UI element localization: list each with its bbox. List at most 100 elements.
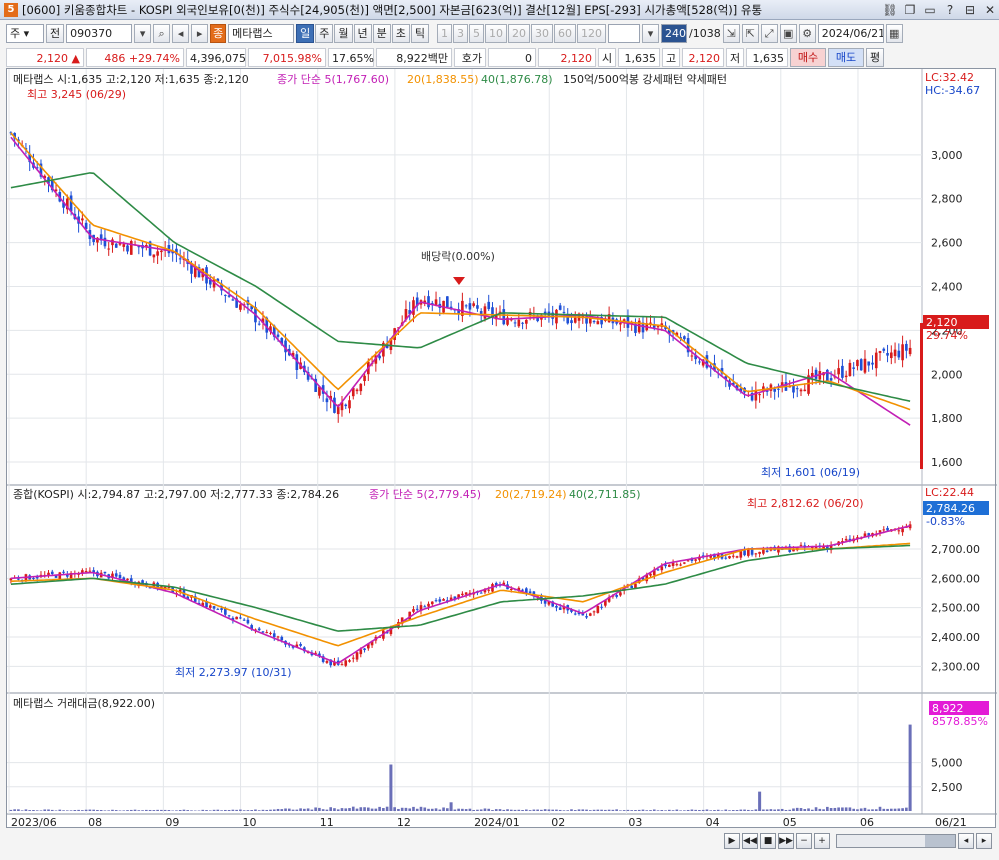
volume-bar [822, 809, 825, 811]
price-candle [841, 365, 844, 378]
eval-button[interactable]: 평 [866, 47, 884, 67]
nav-last-icon[interactable]: ▶▶ [778, 833, 794, 849]
tab-period-4[interactable]: 분 [372, 23, 391, 43]
volume-bar [837, 807, 840, 811]
stock-code-input[interactable]: 090370 [66, 23, 133, 43]
price-candle [427, 296, 430, 308]
sell-button[interactable]: 매도 [828, 47, 864, 67]
volume-bar [517, 809, 521, 811]
zoom-in-icon[interactable]: ⇱ [741, 23, 759, 43]
price-candle [619, 323, 622, 325]
prev-button[interactable]: 전 [46, 23, 65, 43]
pin-icon[interactable]: ⊟ [961, 2, 979, 18]
interval-custom-input[interactable] [608, 23, 640, 43]
buy-button[interactable]: 매수 [790, 47, 826, 67]
chart-area[interactable]: 3,000 2,800 2,600 2,400 2,200 2,000 1,800 1,600… [6, 68, 997, 829]
volume-bar [611, 809, 615, 811]
tab-period-1[interactable]: 주 [315, 23, 334, 43]
price-candle [178, 258, 182, 260]
price-candle [878, 351, 882, 353]
volume-bar [141, 810, 144, 811]
volume-bar [126, 810, 129, 811]
volume-bar [92, 809, 95, 811]
price-hc-label: HC:-34.67 [925, 84, 980, 97]
interval-button-3[interactable]: 10 [485, 23, 507, 43]
nav-zoom-in-icon[interactable]: + [814, 833, 830, 849]
index-candle [212, 606, 216, 609]
volume-bar [295, 809, 299, 811]
scroll-left-icon[interactable]: ◂ [958, 833, 974, 849]
nav-stop-icon[interactable]: ■ [760, 833, 776, 849]
index-candle [344, 660, 348, 666]
chart-canvas[interactable]: 3,0002,8002,6002,4002,2002,0001,8001,600… [7, 69, 997, 829]
close-icon[interactable]: ✕ [981, 2, 999, 18]
volume-current-pct: 8578.85% [932, 715, 988, 728]
volume-spike-bar [449, 802, 453, 811]
minimize-window-icon[interactable]: ▭ [921, 2, 939, 18]
market-select[interactable]: 주 ▾ [6, 23, 44, 43]
volume-bar [818, 808, 822, 811]
calendar-icon[interactable]: ▦ [885, 23, 903, 43]
index-candle [412, 609, 415, 612]
interval-button-0[interactable]: 1 [437, 23, 452, 43]
interval-button-6[interactable]: 60 [554, 23, 576, 43]
chart-reset-icon[interactable]: ⤢ [760, 23, 778, 43]
volume-bar [637, 809, 641, 811]
scroll-thumb[interactable] [925, 835, 955, 847]
volume-bar [716, 809, 720, 811]
nav-prev-icon[interactable]: ▶ [724, 833, 740, 849]
interval-dropdown-icon[interactable]: ▾ [642, 23, 659, 43]
low-value: 1,635 [746, 47, 788, 67]
code-dropdown-icon[interactable]: ▾ [134, 23, 152, 43]
index-candle [747, 548, 750, 556]
date-input[interactable]: 2024/06/21 [817, 23, 884, 43]
restore-icon[interactable]: ❐ [901, 2, 919, 18]
index-candle [649, 573, 652, 576]
interval-button-2[interactable]: 5 [469, 23, 484, 43]
price-candle [81, 218, 84, 221]
price-candle [886, 353, 889, 356]
main-toolbar: 주 ▾ 전 090370 ▾ ⌕ ◂ ▸ 종 메타랩스 일주월년분초틱 1351… [0, 22, 999, 44]
speaker-icon[interactable]: ◂ [172, 23, 190, 43]
count-input[interactable]: 240 [661, 23, 687, 43]
chart-scrollbar[interactable] [836, 834, 956, 848]
settings-gear-icon[interactable]: ⚙ [798, 23, 816, 43]
volume-bar [833, 807, 837, 811]
volume-bar [543, 809, 547, 811]
price-candle [573, 317, 577, 323]
app-icon: 5 [4, 2, 18, 17]
volume-spike-bar [758, 791, 762, 811]
tab-period-6[interactable]: 틱 [410, 23, 429, 43]
index-candle [32, 578, 35, 580]
price-y-tick: 2,600 [931, 237, 963, 250]
nav-zoom-out-icon[interactable]: − [796, 833, 812, 849]
interval-button-1[interactable]: 3 [453, 23, 468, 43]
volume-bar [280, 809, 284, 811]
link-icon[interactable]: ⛓ [881, 2, 899, 18]
volume-bar [792, 808, 795, 811]
price-candle [231, 299, 235, 301]
interval-button-7[interactable]: 120 [577, 23, 606, 43]
tab-period-5[interactable]: 초 [391, 23, 410, 43]
interval-button-4[interactable]: 20 [508, 23, 530, 43]
volume-bar [118, 810, 122, 811]
stock-nav-icon[interactable]: ▸ [191, 23, 209, 43]
price-candle [476, 305, 479, 309]
save-icon[interactable]: ▣ [779, 23, 797, 43]
tab-period-3[interactable]: 년 [353, 23, 372, 43]
search-icon[interactable]: ⌕ [153, 23, 171, 43]
volume-bar [867, 809, 871, 811]
index-ma-label: 종가 단순 5(2,779.45) [369, 488, 481, 501]
index-candle [592, 611, 596, 613]
scroll-right-icon[interactable]: ▸ [976, 833, 992, 849]
nav-first-icon[interactable]: ◀◀ [742, 833, 758, 849]
price-candle [114, 243, 118, 248]
help-icon[interactable]: ? [941, 2, 959, 18]
price-y-tick: 3,000 [931, 149, 963, 162]
volume-bar [303, 808, 306, 811]
interval-button-5[interactable]: 30 [531, 23, 553, 43]
tab-period-2[interactable]: 월 [334, 23, 353, 43]
zoom-out-icon[interactable]: ⇲ [722, 23, 740, 43]
price-candle [152, 254, 156, 258]
tab-period-0[interactable]: 일 [296, 23, 315, 43]
